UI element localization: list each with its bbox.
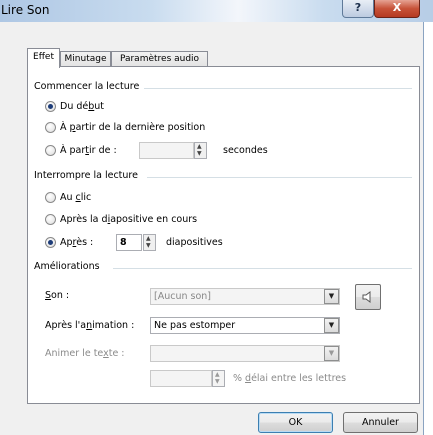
sound-select[interactable]: [Aucun son] [150, 288, 340, 305]
ok-button[interactable]: OK [258, 412, 333, 433]
seconds-label: secondes [223, 145, 268, 156]
help-button[interactable]: ? [342, 0, 374, 18]
radio-on-click[interactable] [45, 192, 56, 203]
radio-from-start[interactable] [45, 101, 56, 112]
after-n-slides-input[interactable]: 8 [116, 234, 142, 251]
speaker-icon [362, 291, 371, 303]
label-on-click: Au clic [60, 192, 92, 203]
enhancements-group-header: Améliorations [34, 261, 100, 272]
after-animation-chevron-down-icon[interactable]: ▼ [324, 318, 339, 333]
after-animation-label: Après l'animation : [45, 320, 135, 331]
radio-from-time[interactable] [45, 145, 56, 156]
stop-group-header: Interrompre la lecture [34, 170, 138, 181]
tab-minutage[interactable]: Minutage [60, 51, 111, 67]
label-after-current-slide: Après la diapositive en cours [60, 214, 198, 225]
window-title: Lire Son [1, 3, 50, 17]
animate-text-label: Animer le texte : [45, 348, 125, 359]
slides-label: diapositives [166, 237, 223, 248]
tab-effet[interactable]: Effet [27, 48, 60, 68]
stop-group-divider [147, 177, 412, 178]
animate-text-select[interactable] [150, 345, 340, 362]
close-button[interactable]: X [374, 0, 420, 18]
cancel-button[interactable]: Annuler [343, 412, 418, 433]
radio-after-current-slide[interactable] [45, 214, 56, 225]
sound-label: Son : [45, 290, 70, 301]
radio-from-last-position[interactable] [45, 122, 56, 133]
label-after-n-slides: Après : [60, 237, 94, 248]
start-group-divider [144, 88, 412, 89]
label-from-start: Du début [60, 101, 105, 112]
tab-parametres-audio[interactable]: Paramètres audio [111, 51, 208, 67]
label-from-last-position: À partir de la dernière position [60, 122, 206, 133]
letter-delay-input[interactable] [150, 370, 212, 387]
start-time-spinner[interactable]: ▲ ▼ [194, 142, 207, 159]
animate-text-chevron-down-icon[interactable]: ▼ [324, 346, 339, 361]
sound-preview-button[interactable] [355, 284, 381, 310]
letter-delay-label: % délai entre les lettres [233, 373, 347, 384]
after-animation-select[interactable]: Ne pas estomper [150, 317, 340, 334]
start-time-input[interactable] [139, 142, 194, 159]
title-bar: Lire Son ? X [0, 0, 433, 22]
enhancements-group-divider [113, 268, 412, 269]
sound-select-chevron-down-icon[interactable]: ▼ [324, 289, 339, 304]
radio-after-n-slides[interactable] [45, 237, 56, 248]
start-group-header: Commencer la lecture [34, 81, 140, 92]
label-from-time: À partir de : [60, 145, 117, 156]
after-n-slides-spinner[interactable]: ▲ ▼ [143, 234, 156, 251]
letter-delay-spinner[interactable]: ▲ ▼ [212, 370, 225, 387]
